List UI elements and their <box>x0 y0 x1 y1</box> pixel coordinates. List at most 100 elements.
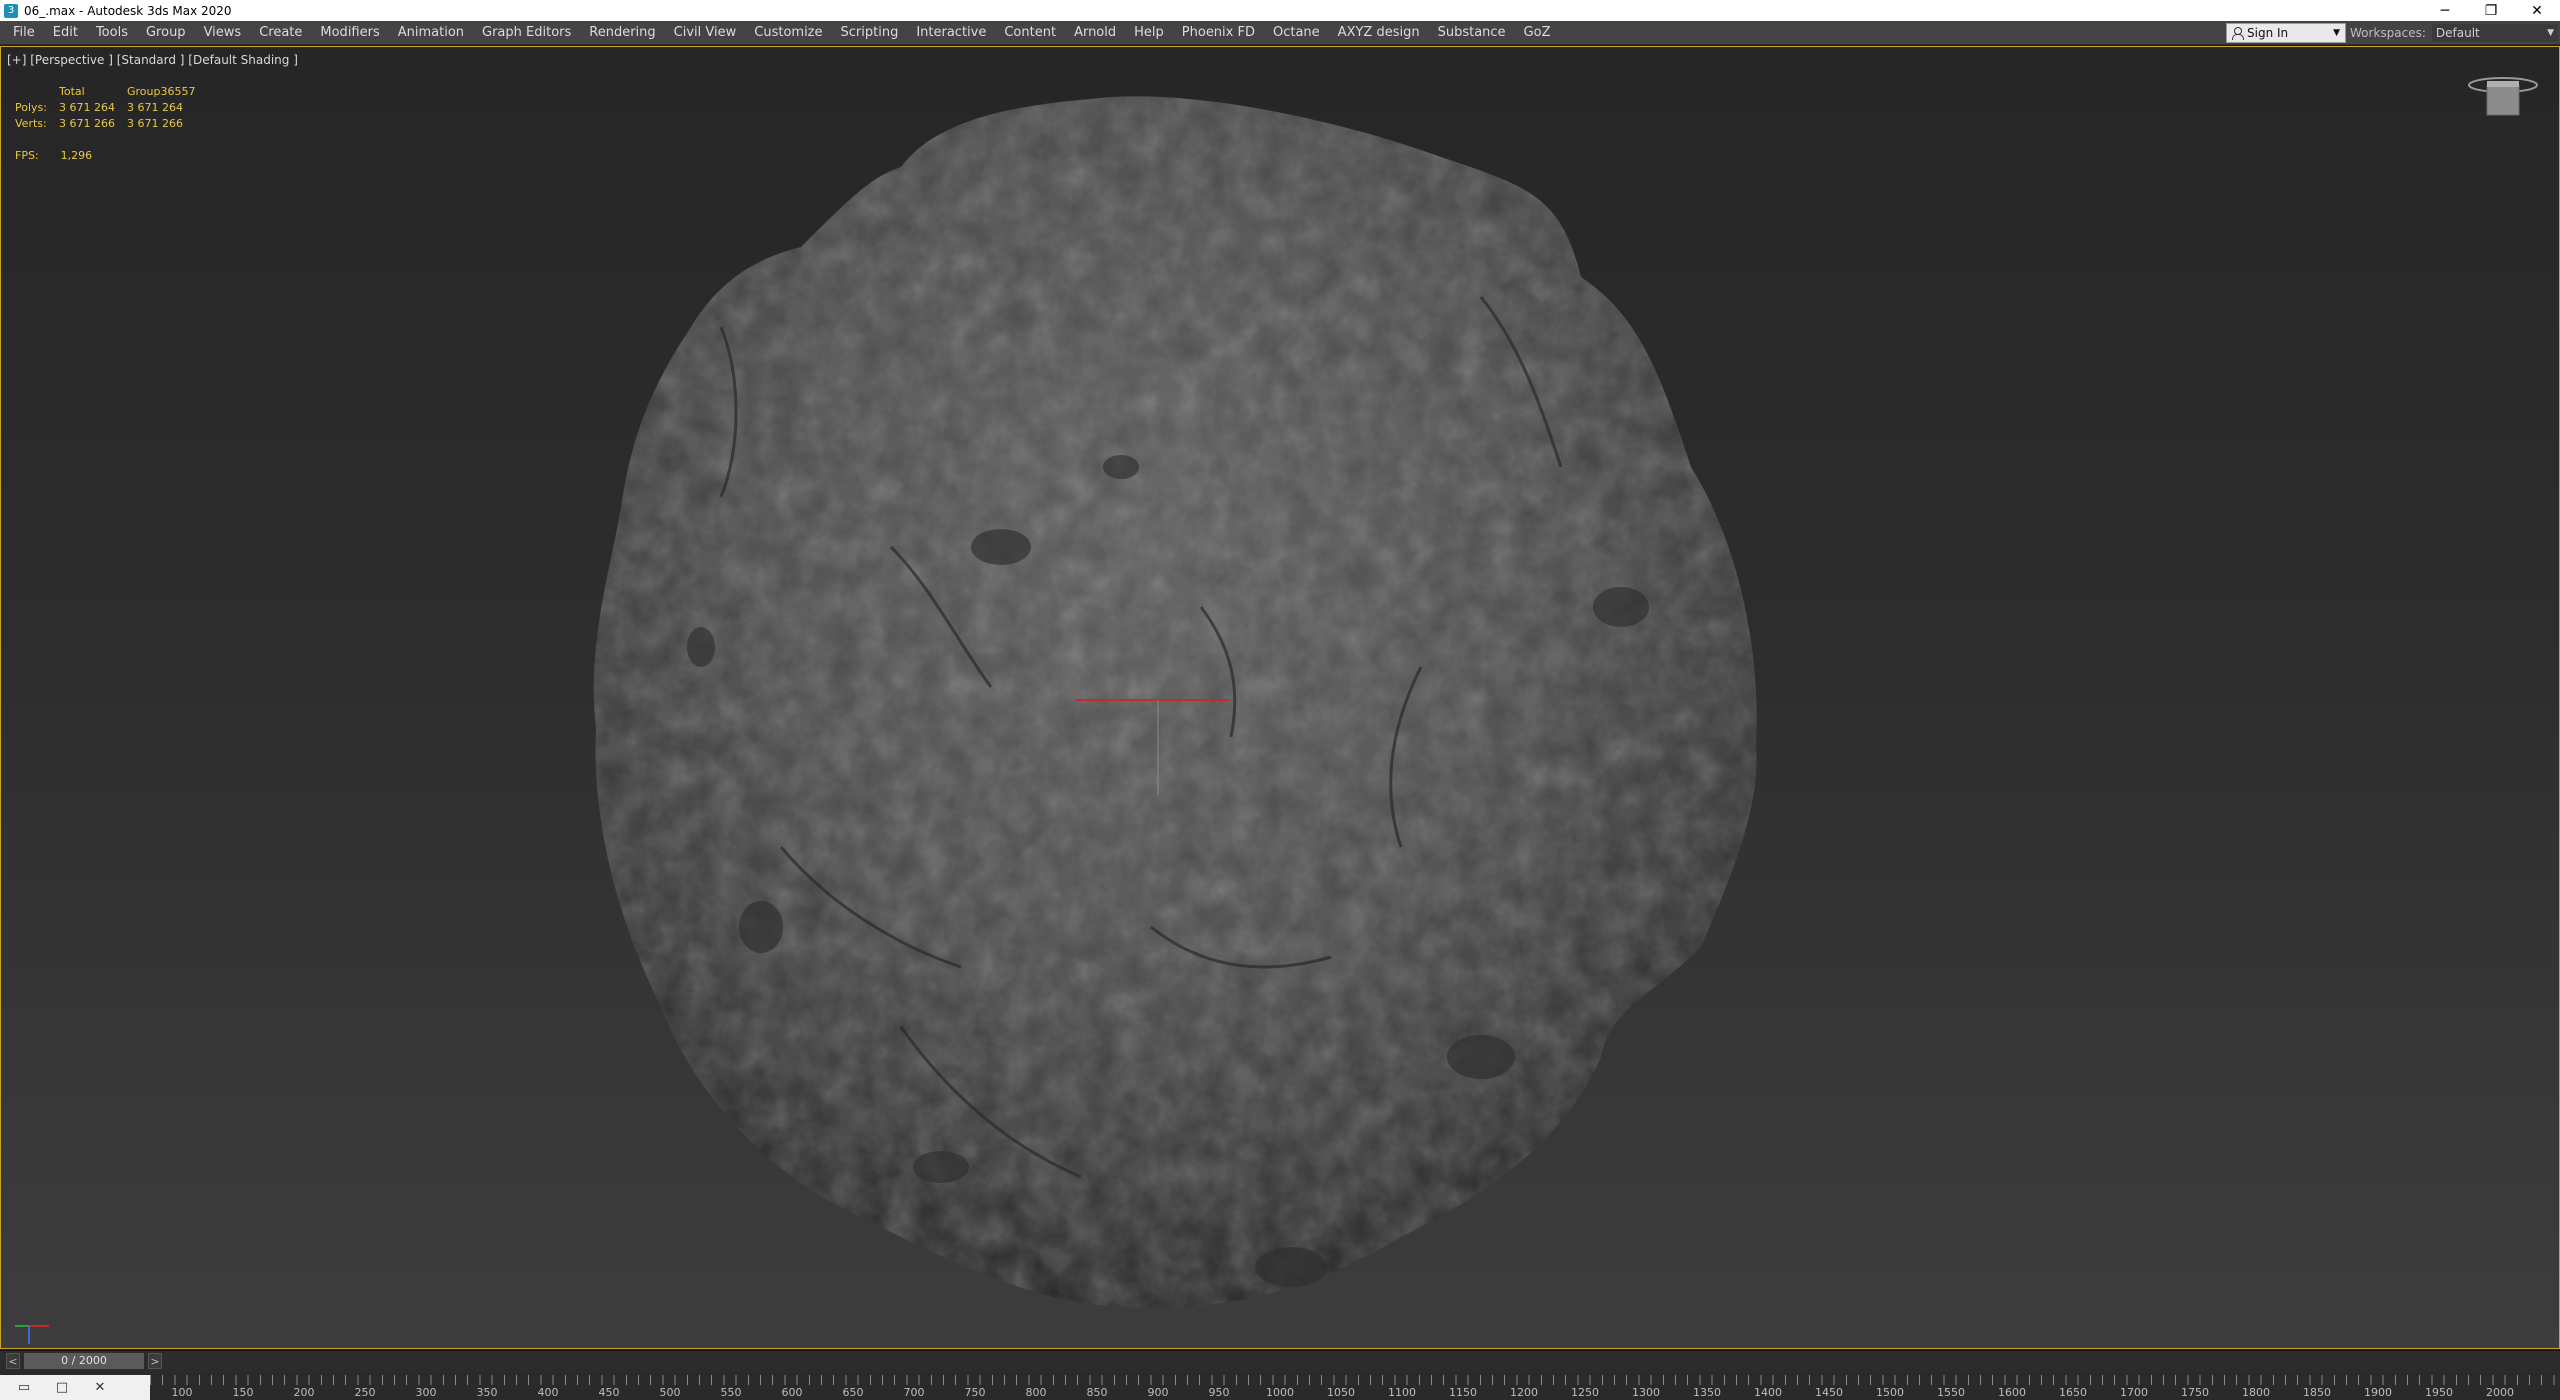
stats-label: Polys: <box>15 101 47 114</box>
ruler-label: 1050 <box>1327 1386 1355 1399</box>
ruler-label: 800 <box>1025 1386 1047 1399</box>
curve-editor-icon[interactable]: ▭ <box>10 1378 38 1398</box>
workspaces-value: Default <box>2435 26 2480 40</box>
ruler-label: 1750 <box>2181 1386 2209 1399</box>
ruler-label: 1900 <box>2364 1386 2392 1399</box>
menu-scripting[interactable]: Scripting <box>832 21 908 44</box>
ruler-label: 400 <box>537 1386 559 1399</box>
close-button[interactable]: ✕ <box>2514 0 2560 21</box>
trackbar-controls: ▭ □ ✕ <box>0 1375 150 1400</box>
sign-in-label: Sign In <box>2247 26 2289 40</box>
workspaces-selector: Workspaces: Default ▼ <box>2350 23 2558 43</box>
ruler-label: 1450 <box>1815 1386 1843 1399</box>
ruler-label: 1350 <box>1693 1386 1721 1399</box>
ruler-label: 1200 <box>1510 1386 1538 1399</box>
maximize-icon[interactable]: □ <box>48 1378 76 1398</box>
ruler-label: 650 <box>842 1386 864 1399</box>
stats-selected: 3 671 264 <box>126 101 183 114</box>
ruler-label: 350 <box>476 1386 498 1399</box>
stats-header-empty <box>15 85 59 101</box>
ruler-label: 150 <box>232 1386 254 1399</box>
ruler-labels: 100 150 200 250 300 350 400 450 500 550 600 650 700 7… <box>150 1386 2560 1399</box>
menu-help[interactable]: Help <box>1125 21 1173 44</box>
viewport-label[interactable]: [+] [Perspective ] [Standard ] [Default … <box>7 53 298 67</box>
stats-row-verts: Verts: 3 671 266 3 671 266 <box>15 117 207 133</box>
title-bar: 3 06_.max - Autodesk 3ds Max 2020 ─ ❐ ✕ <box>0 0 2560 21</box>
menu-customize[interactable]: Customize <box>745 21 831 44</box>
viewcube-icon[interactable] <box>2467 75 2539 119</box>
ruler-label: 850 <box>1086 1386 1108 1399</box>
ruler-label: 600 <box>781 1386 803 1399</box>
ruler-ticks <box>150 1375 2560 1385</box>
fps-readout: FPS: 1,296 <box>15 149 114 162</box>
ruler-label: 250 <box>354 1386 376 1399</box>
stats-header-total: Total <box>58 85 85 98</box>
perspective-viewport[interactable]: [+] [Perspective ] [Standard ] [Default … <box>0 46 2560 1349</box>
menu-create[interactable]: Create <box>250 21 311 44</box>
workspaces-label: Workspaces: <box>2350 26 2426 40</box>
menu-civil-view[interactable]: Civil View <box>665 21 746 44</box>
menu-file[interactable]: File <box>4 21 44 44</box>
previous-frame-button[interactable]: < <box>6 1353 20 1369</box>
minimize-button[interactable]: ─ <box>2422 0 2468 21</box>
restore-button[interactable]: ❐ <box>2468 0 2514 21</box>
workspaces-dropdown[interactable]: Default ▼ <box>2431 24 2558 42</box>
close-icon[interactable]: ✕ <box>86 1378 114 1398</box>
ruler-label: 200 <box>293 1386 315 1399</box>
menu-edit[interactable]: Edit <box>44 21 87 44</box>
stats-total: 3 671 264 <box>58 101 115 114</box>
ruler-label: 1150 <box>1449 1386 1477 1399</box>
menu-octane[interactable]: Octane <box>1264 21 1329 44</box>
menu-goz[interactable]: GoZ <box>1515 21 1560 44</box>
time-slider[interactable]: 0 / 2000 <box>24 1353 144 1369</box>
axis-tripod-icon <box>15 1325 49 1344</box>
menu-tools[interactable]: Tools <box>87 21 137 44</box>
menu-content[interactable]: Content <box>995 21 1065 44</box>
menu-graph-editors[interactable]: Graph Editors <box>473 21 580 44</box>
menu-bar: File Edit Tools Group Views Create Modifiers An… <box>0 21 2560 45</box>
ruler-label: 950 <box>1208 1386 1230 1399</box>
ruler-label: 1850 <box>2303 1386 2331 1399</box>
menu-substance[interactable]: Substance <box>1429 21 1515 44</box>
menu-arnold[interactable]: Arnold <box>1065 21 1125 44</box>
sign-in-dropdown[interactable]: Sign In ▼ <box>2226 23 2346 43</box>
menu-axyz-design[interactable]: AXYZ design <box>1329 21 1429 44</box>
ruler-label: 1600 <box>1998 1386 2026 1399</box>
ruler-label: 750 <box>964 1386 986 1399</box>
ruler-label: 1300 <box>1632 1386 1660 1399</box>
ruler-label: 900 <box>1147 1386 1169 1399</box>
stats-selected: 3 671 266 <box>126 117 183 130</box>
ruler-label: 1700 <box>2120 1386 2148 1399</box>
ruler-label: 1800 <box>2242 1386 2270 1399</box>
statistics-overlay: Total Group36557 Polys: 3 671 264 3 671 … <box>15 85 207 133</box>
ruler-label: 450 <box>598 1386 620 1399</box>
chevron-down-icon: ▼ <box>2333 28 2340 38</box>
track-bar: ▭ □ ✕ 100 150 200 250 300 350 400 450 500 550 600 6… <box>0 1371 2560 1400</box>
chevron-down-icon: ▼ <box>2547 28 2554 38</box>
menu-group[interactable]: Group <box>137 21 195 44</box>
ruler-label: 1500 <box>1876 1386 1904 1399</box>
ruler-label: 1650 <box>2059 1386 2087 1399</box>
stats-header-selection: Group36557 <box>126 85 196 98</box>
user-icon <box>2231 27 2244 40</box>
ruler-label: 1100 <box>1388 1386 1416 1399</box>
app-logo-icon: 3 <box>4 3 18 18</box>
ruler-label: 300 <box>415 1386 437 1399</box>
frame-ruler[interactable]: 100 150 200 250 300 350 400 450 500 550 600 650 700 7… <box>150 1371 2560 1400</box>
menu-modifiers[interactable]: Modifiers <box>311 21 388 44</box>
menu-animation[interactable]: Animation <box>389 21 473 44</box>
menu-views[interactable]: Views <box>195 21 251 44</box>
ruler-label: 1000 <box>1266 1386 1294 1399</box>
menu-items: File Edit Tools Group Views Create Modifiers An… <box>0 21 1559 44</box>
time-slider-bar: < 0 / 2000 > <box>0 1350 2560 1371</box>
rock-model <box>593 96 1757 1308</box>
menu-rendering[interactable]: Rendering <box>580 21 664 44</box>
menu-interactive[interactable]: Interactive <box>907 21 995 44</box>
menu-phoenix-fd[interactable]: Phoenix FD <box>1173 21 1264 44</box>
ruler-label: 100 <box>171 1386 193 1399</box>
ruler-label: 1550 <box>1937 1386 1965 1399</box>
ruler-label: 1950 <box>2425 1386 2453 1399</box>
next-frame-button[interactable]: > <box>148 1353 162 1369</box>
fps-value: 1,296 <box>60 149 93 162</box>
fps-label: FPS: <box>15 149 39 162</box>
